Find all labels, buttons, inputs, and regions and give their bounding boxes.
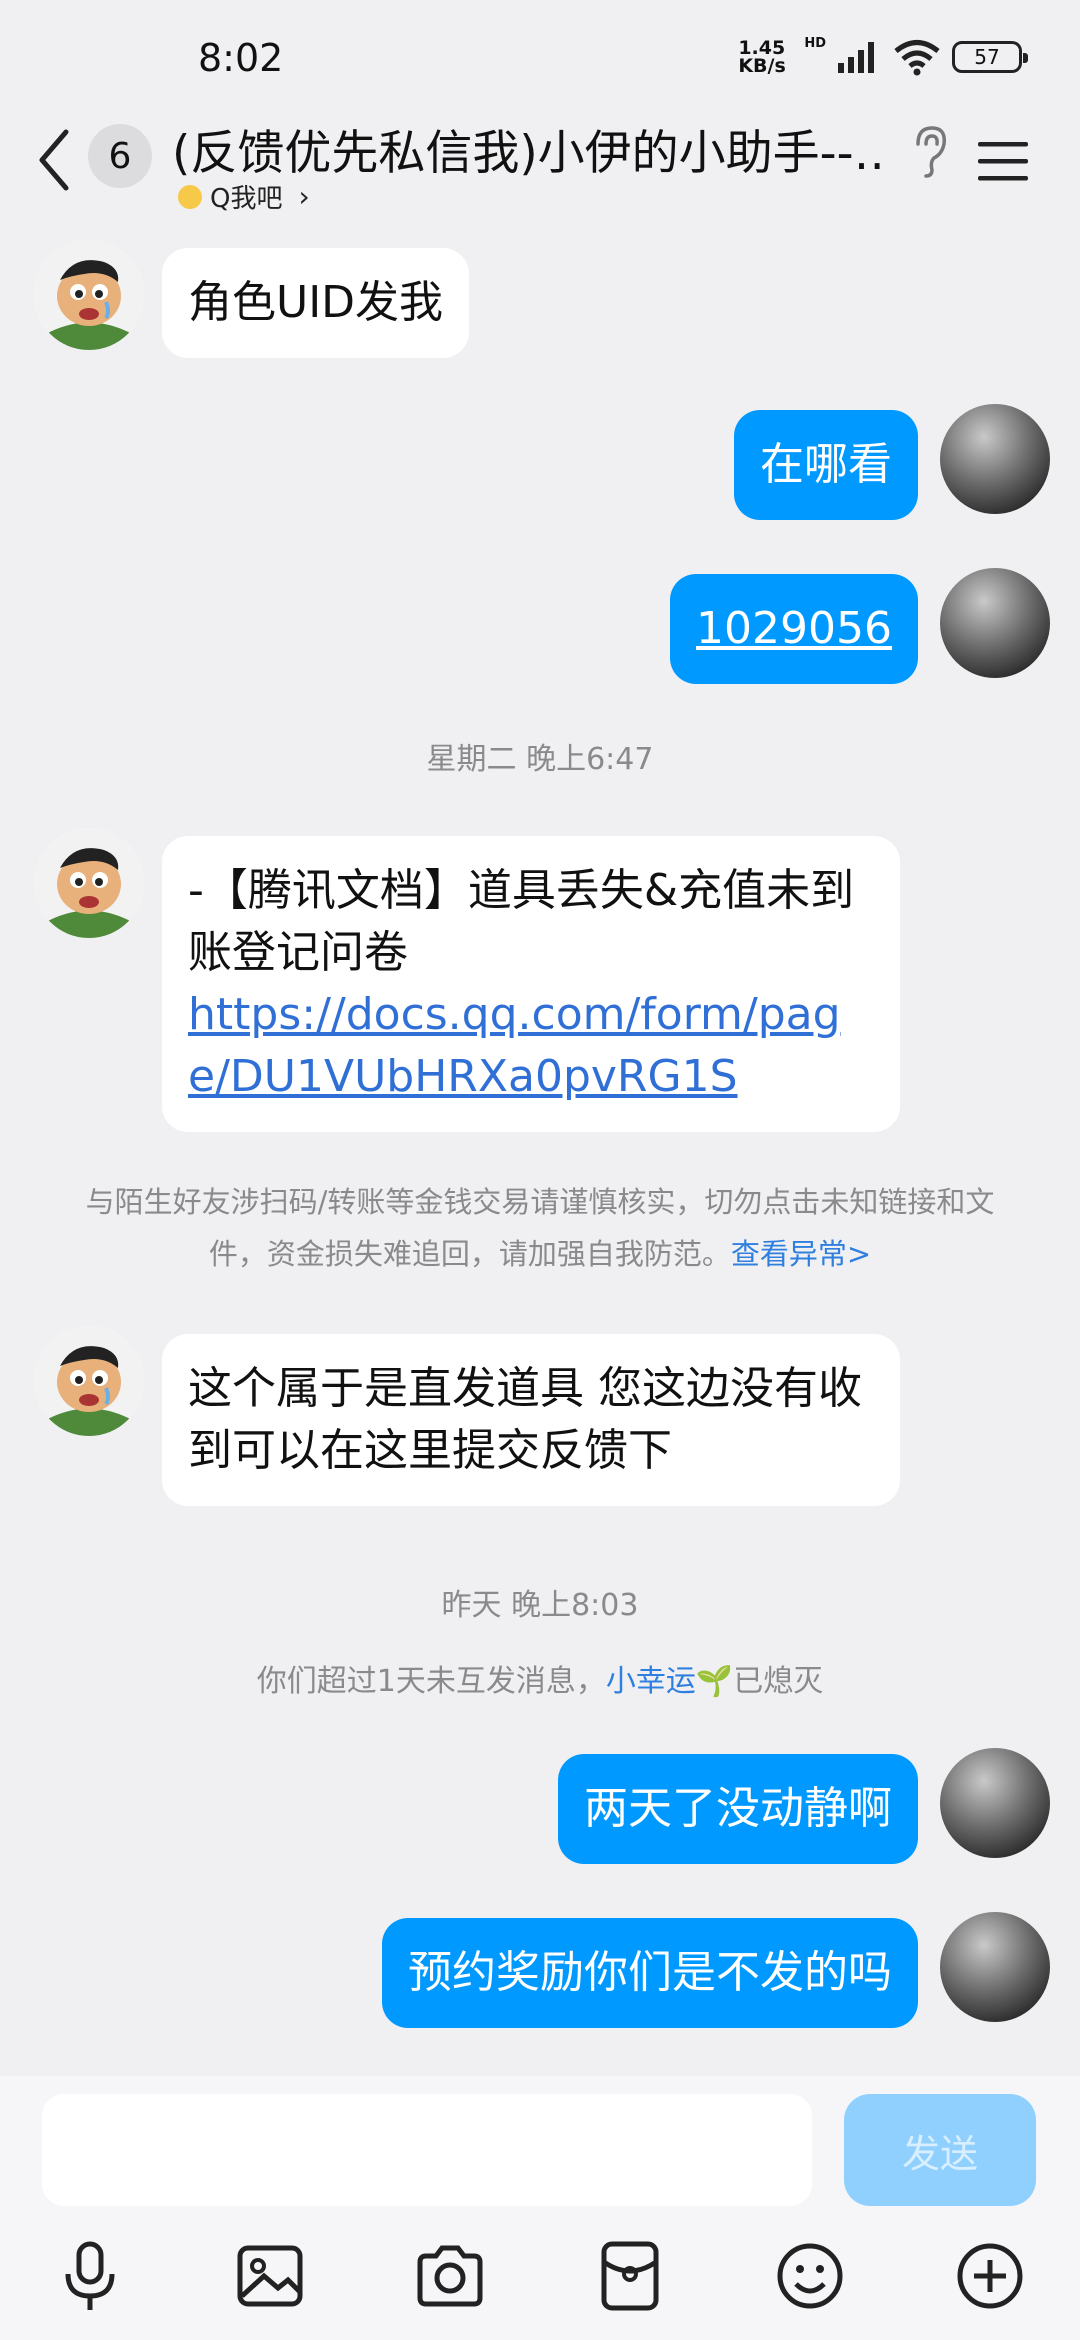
- sprout-icon: 🌱: [695, 1664, 734, 1699]
- timestamp: 昨天 晚上8:03: [441, 1588, 639, 1623]
- uid-link[interactable]: 1029056: [696, 603, 892, 654]
- spark-prefix: 你们超过1天未互发消息，: [256, 1664, 606, 1699]
- spark-status-note: 你们超过1天未互发消息，小幸运🌱已熄灭: [0, 1656, 1080, 1700]
- spark-name-link[interactable]: 小幸运: [606, 1664, 696, 1699]
- send-button[interactable]: 发送: [844, 2094, 1036, 2206]
- wifi-icon: [894, 40, 940, 76]
- status-indicators: 1.45 KB/s HD 57: [738, 35, 1028, 77]
- view-anomaly-link[interactable]: 查看异常>: [731, 1237, 871, 1271]
- red-packet-icon[interactable]: [590, 2236, 670, 2316]
- timestamp: 星期二 晚上6:47: [426, 742, 654, 777]
- network-speed: 1.45 KB/s: [738, 39, 794, 77]
- message-bubble-outgoing[interactable]: 在哪看: [734, 410, 918, 520]
- image-icon[interactable]: [230, 2236, 310, 2316]
- cartoon-avatar-icon: [34, 1326, 144, 1436]
- message-bubble-incoming[interactable]: -【腾讯文档】道具丢失&充值未到账登记问卷 https://docs.qq.co…: [162, 836, 900, 1132]
- camera-icon[interactable]: [410, 2236, 490, 2316]
- my-avatar[interactable]: [940, 1912, 1050, 2022]
- microphone-icon[interactable]: [50, 2236, 130, 2316]
- back-icon[interactable]: [30, 122, 86, 198]
- chat-screen: 8:02 1.45 KB/s HD 57 6 (反馈优先私信我)小伊的小助手--…: [0, 0, 1080, 2340]
- battery-indicator: 57: [952, 41, 1028, 73]
- emoji-icon[interactable]: [770, 2236, 850, 2316]
- input-area: 发送: [0, 2076, 1080, 2340]
- chat-subtitle[interactable]: Q我吧 ›: [178, 178, 310, 215]
- chat-subtitle-label: Q我吧: [210, 184, 283, 214]
- message-bubble-outgoing[interactable]: 1029056: [670, 574, 918, 684]
- status-time: 8:02: [198, 36, 284, 80]
- signal-icon: [838, 42, 874, 73]
- network-speed-unit: KB/s: [738, 55, 786, 77]
- bot-avatar[interactable]: [34, 1326, 144, 1436]
- ear-icon[interactable]: [910, 124, 950, 180]
- hd-label: HD: [804, 35, 826, 51]
- message-bubble-outgoing[interactable]: 预约奖励你们是不发的吗: [382, 1918, 918, 2028]
- message-text: -【腾讯文档】道具丢失&充值未到账登记问卷: [188, 865, 855, 978]
- message-input[interactable]: [42, 2094, 812, 2206]
- smile-icon: [178, 184, 202, 209]
- spark-suffix: 已熄灭: [733, 1664, 824, 1699]
- status-bar: 8:02 1.45 KB/s HD 57: [0, 0, 1080, 120]
- bot-avatar[interactable]: [34, 828, 144, 938]
- cartoon-avatar-icon: [34, 240, 144, 350]
- message-bubble-outgoing[interactable]: 两天了没动静啊: [558, 1754, 918, 1864]
- message-bubble-incoming[interactable]: 角色UID发我: [162, 248, 470, 358]
- my-avatar[interactable]: [940, 1748, 1050, 1858]
- chevron-right-icon: ›: [298, 180, 310, 213]
- unread-count-badge[interactable]: 6: [88, 124, 152, 188]
- security-warning: 与陌生好友涉扫码/转账等金钱交易请谨慎核实，切勿点击未知链接和文件，资金损失难追…: [60, 1176, 1020, 1280]
- docs-link[interactable]: https://docs.qq.com/form/page/DU1VUbHRXa…: [188, 989, 841, 1102]
- bot-avatar[interactable]: [34, 240, 144, 350]
- menu-icon[interactable]: [976, 136, 1032, 186]
- input-toolbar: [0, 2236, 1080, 2336]
- plus-icon[interactable]: [950, 2236, 1030, 2316]
- my-avatar[interactable]: [940, 404, 1050, 514]
- cartoon-avatar-icon: [34, 828, 144, 938]
- chat-title[interactable]: (反馈优先私信我)小伊的小助手--…: [172, 114, 882, 183]
- message-bubble-incoming[interactable]: 这个属于是直发道具 您这边没有收到可以在这里提交反馈下: [162, 1334, 900, 1506]
- my-avatar[interactable]: [940, 568, 1050, 678]
- chat-header: 6 (反馈优先私信我)小伊的小助手--… Q我吧 ›: [0, 110, 1080, 230]
